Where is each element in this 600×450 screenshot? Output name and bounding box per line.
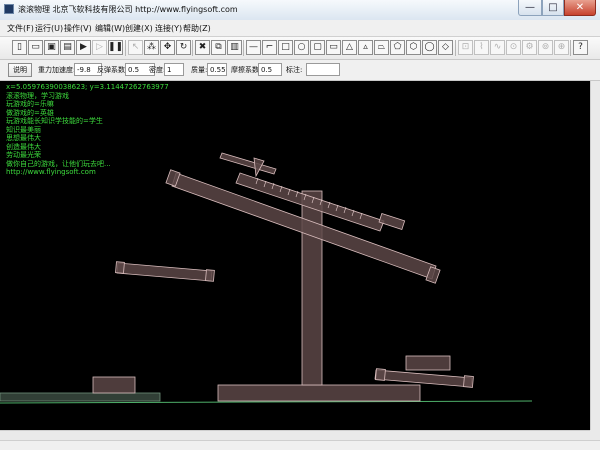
rotate-icon[interactable]: ↻ — [176, 40, 191, 55]
menu-help[interactable]: 帮助(Z) — [183, 23, 211, 34]
pause-icon[interactable]: ❚❚ — [108, 40, 123, 55]
menu-file[interactable]: 文件(F) — [7, 23, 34, 34]
tag-label: 标注: — [286, 66, 303, 74]
polygon-icon[interactable]: ◇ — [438, 40, 453, 55]
right-block[interactable] — [405, 355, 451, 371]
mass-label: 质量: — [191, 66, 208, 74]
gravity-label: 重力加速度: — [38, 66, 76, 74]
ellipse-icon[interactable]: ◯ — [422, 40, 437, 55]
toolbar: ▯ ▭ ▣ ▤ ▶ ▷ ❚❚ ↖ ⁂ ✥ ↻ ✖ ⧉ ▥ — ⌐ □ ○ ▢ ▭… — [0, 37, 600, 60]
restitution-label: 反弹系数: — [97, 66, 128, 74]
menu-connect[interactable]: 连接(Y) — [155, 23, 182, 34]
menu-operate[interactable]: 操作(V) — [64, 23, 92, 34]
scroll-corner — [590, 430, 600, 440]
rope-joint-icon[interactable]: ∿ — [490, 40, 505, 55]
status-bar — [0, 440, 600, 450]
new-file-icon[interactable]: ▯ — [12, 40, 27, 55]
wide-rectangle-icon[interactable]: ▭ — [326, 40, 341, 55]
maximize-button[interactable]: □ — [542, 0, 564, 16]
line-icon[interactable]: — — [246, 40, 261, 55]
window-title: 滚滚物理 北京飞软科技有限公司 http://www.flyingsoft.co… — [18, 5, 238, 14]
floating-bar-cap[interactable] — [205, 269, 215, 282]
move-icon[interactable]: ✥ — [160, 40, 175, 55]
right-bar[interactable] — [374, 369, 473, 388]
right-bar-cap[interactable] — [375, 368, 386, 381]
minimize-button[interactable]: — — [518, 0, 542, 16]
pulley-joint-icon[interactable]: ⊕ — [554, 40, 569, 55]
toolbar-separator — [192, 40, 193, 56]
mass-input[interactable]: 0.55 — [207, 63, 227, 76]
menu-run[interactable]: 运行(U) — [35, 23, 63, 34]
circle-icon[interactable]: ○ — [294, 40, 309, 55]
simulation-canvas[interactable]: x=5.05976390038623; y=3.11447262763977 滚… — [0, 81, 590, 430]
ground-slab[interactable] — [0, 392, 161, 402]
horizontal-scrollbar[interactable] — [0, 430, 590, 440]
rail-end-block[interactable] — [378, 212, 406, 230]
floating-bar[interactable] — [116, 262, 213, 282]
trapezoid-icon[interactable]: ⏢ — [374, 40, 389, 55]
square-icon[interactable]: ▢ — [310, 40, 325, 55]
top-small-bar[interactable] — [219, 152, 277, 175]
hinge-joint-icon[interactable]: ⊡ — [458, 40, 473, 55]
floating-bar-cap[interactable] — [115, 261, 125, 274]
angle-line-icon[interactable]: ⌐ — [262, 40, 277, 55]
density-input[interactable]: 1 — [164, 63, 184, 76]
app-window: 滚滚物理 北京飞软科技有限公司 http://www.flyingsoft.co… — [0, 0, 600, 450]
copy-icon[interactable]: ⧉ — [211, 40, 226, 55]
toolbar-separator — [243, 40, 244, 56]
save-icon[interactable]: ▣ — [44, 40, 59, 55]
menu-edit[interactable]: 编辑(W) — [95, 23, 125, 34]
right-bar-cap[interactable] — [463, 375, 474, 388]
menu-create[interactable]: 创建(X) — [125, 23, 153, 34]
pivot-joint-icon[interactable]: ⊙ — [506, 40, 521, 55]
menu-bar: 文件(F) 运行(U) 操作(V) 编辑(W) 创建(X) 连接(Y) 帮助(Z… — [0, 20, 600, 37]
help-icon[interactable]: ? — [573, 40, 588, 55]
toolbar-separator — [125, 40, 126, 56]
toolbar-separator — [570, 40, 571, 56]
rectangle-icon[interactable]: □ — [278, 40, 293, 55]
paste-icon[interactable]: ▥ — [227, 40, 242, 55]
base-platform[interactable] — [217, 384, 421, 402]
tag-input[interactable] — [306, 63, 340, 76]
friction-label: 摩擦系数: — [231, 66, 262, 74]
spring-joint-icon[interactable]: ⌇ — [474, 40, 489, 55]
triangle-icon[interactable]: △ — [342, 40, 357, 55]
describe-button[interactable]: 说明 — [8, 63, 32, 77]
delete-icon[interactable]: ✖ — [195, 40, 210, 55]
gear-joint-icon[interactable]: ⚙ — [522, 40, 537, 55]
vertical-scrollbar[interactable] — [590, 81, 600, 430]
pentagon-icon[interactable]: ⬠ — [390, 40, 405, 55]
save-as-icon[interactable]: ▤ — [60, 40, 75, 55]
run-icon[interactable]: ▶ — [76, 40, 91, 55]
multi-select-icon[interactable]: ⁂ — [144, 40, 159, 55]
small-block[interactable] — [92, 376, 136, 394]
property-bar: 说明 重力加速度: -9.8 反弹系数: 0.5 密度: 1 质量: 0.55 … — [0, 60, 600, 81]
density-label: 密度: — [149, 66, 166, 74]
friction-input[interactable]: 0.5 — [258, 63, 282, 76]
title-bar: 滚滚物理 北京飞软科技有限公司 http://www.flyingsoft.co… — [0, 0, 600, 21]
play-disabled-icon[interactable]: ▷ — [92, 40, 107, 55]
open-file-icon[interactable]: ▭ — [28, 40, 43, 55]
physics-scene[interactable] — [0, 81, 590, 430]
app-icon — [4, 4, 14, 14]
triangle-outline-icon[interactable]: ▵ — [358, 40, 373, 55]
hexagon-icon[interactable]: ⬡ — [406, 40, 421, 55]
close-button[interactable]: ✕ — [564, 0, 596, 16]
select-pointer-icon[interactable]: ↖ — [128, 40, 143, 55]
toolbar-separator — [455, 40, 456, 56]
motor-joint-icon[interactable]: ⊚ — [538, 40, 553, 55]
